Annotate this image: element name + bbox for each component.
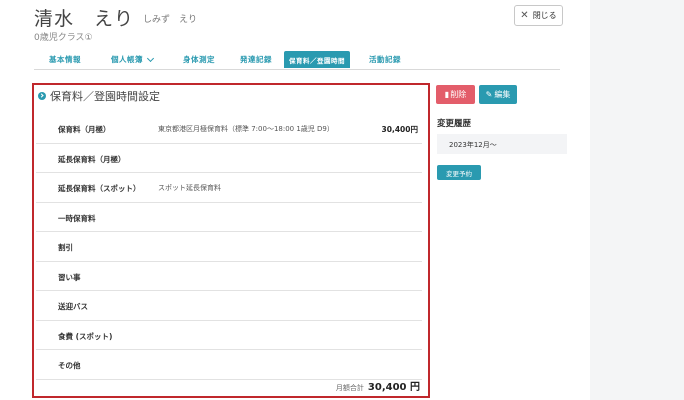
row-amount: 30,400円 bbox=[381, 125, 418, 134]
tab-personal-records[interactable]: 個人帳簿 bbox=[96, 51, 168, 68]
total-label: 月額合計 bbox=[335, 384, 364, 392]
table-row: その他 bbox=[36, 350, 422, 380]
tab-body-measurement[interactable]: 身体測定 bbox=[168, 51, 230, 68]
edit-button[interactable]: ✎ 編集 bbox=[479, 85, 517, 104]
delete-button[interactable]: ▮ 削除 bbox=[436, 85, 475, 104]
fee-settings-panel: 保育料／登園時間設定 保育料（月極） 東京都港区月極保育料（標準 7:00〜18… bbox=[32, 83, 430, 398]
history-item[interactable]: 2023年12月〜 bbox=[437, 134, 567, 154]
section-title: 保育料／登園時間設定 bbox=[38, 88, 160, 104]
row-desc: 東京都港区月極保育料（標準 7:00〜18:00 1歳児 D9） bbox=[158, 125, 334, 133]
row-label: 延長保育料（スポット） bbox=[58, 184, 141, 193]
tab-basic-info[interactable]: 基本情報 bbox=[34, 51, 96, 68]
table-row: 延長保育料（スポット） スポット延長保育料 bbox=[36, 173, 422, 203]
close-icon: ✕ bbox=[520, 10, 529, 21]
tab-fees[interactable]: 保育料／登園時間 bbox=[284, 51, 350, 68]
monthly-total: 月額合計 30,400 円 bbox=[336, 378, 420, 393]
close-button-label: 閉じる bbox=[532, 11, 557, 20]
chevron-down-icon bbox=[146, 54, 155, 62]
row-label: 一時保育料 bbox=[58, 213, 96, 223]
row-label: 送迎バス bbox=[58, 302, 88, 311]
child-name-kana: しみず えり bbox=[143, 15, 198, 25]
fee-table: 保育料（月極） 東京都港区月極保育料（標準 7:00〜18:00 1歳児 D9）… bbox=[36, 114, 422, 380]
table-row: 一時保育料 bbox=[36, 203, 422, 232]
row-label: その他 bbox=[58, 361, 81, 370]
class-label: 0歳児クラス① bbox=[34, 33, 93, 43]
table-row: 習い事 bbox=[36, 262, 422, 291]
pencil-icon: ✎ bbox=[485, 90, 493, 99]
close-button[interactable]: ✕ 閉じる bbox=[514, 5, 563, 26]
history-title: 変更履歴 bbox=[437, 119, 472, 129]
row-label: 割引 bbox=[58, 243, 73, 252]
trash-icon: ▮ bbox=[444, 90, 450, 99]
table-row: 送迎バス bbox=[36, 291, 422, 321]
tab-development[interactable]: 発達記録 bbox=[230, 51, 282, 68]
table-row: 延長保育料（月極） bbox=[36, 144, 422, 173]
tab-bar: 基本情報 個人帳簿 身体測定 発達記録 保育料／登園時間 活動記録 bbox=[34, 51, 560, 70]
row-label: 延長保育料（月極） bbox=[58, 154, 126, 164]
child-name: 清水 えり bbox=[34, 8, 135, 30]
right-gutter bbox=[590, 0, 684, 400]
table-row: 割引 bbox=[36, 232, 422, 262]
row-label: 食費 (スポット) bbox=[58, 331, 113, 341]
row-desc: スポット延長保育料 bbox=[158, 184, 221, 192]
total-value: 30,400 円 bbox=[367, 382, 420, 393]
table-row: 保育料（月極） 東京都港区月極保育料（標準 7:00〜18:00 1歳児 D9）… bbox=[36, 114, 422, 144]
row-label: 習い事 bbox=[58, 272, 81, 282]
arrow-circle-icon bbox=[38, 92, 46, 100]
schedule-change-button[interactable]: 変更予約 bbox=[437, 165, 481, 180]
row-label: 保育料（月極） bbox=[58, 125, 111, 134]
table-row: 食費 (スポット) bbox=[36, 321, 422, 350]
tab-activity[interactable]: 活動記録 bbox=[354, 51, 416, 68]
